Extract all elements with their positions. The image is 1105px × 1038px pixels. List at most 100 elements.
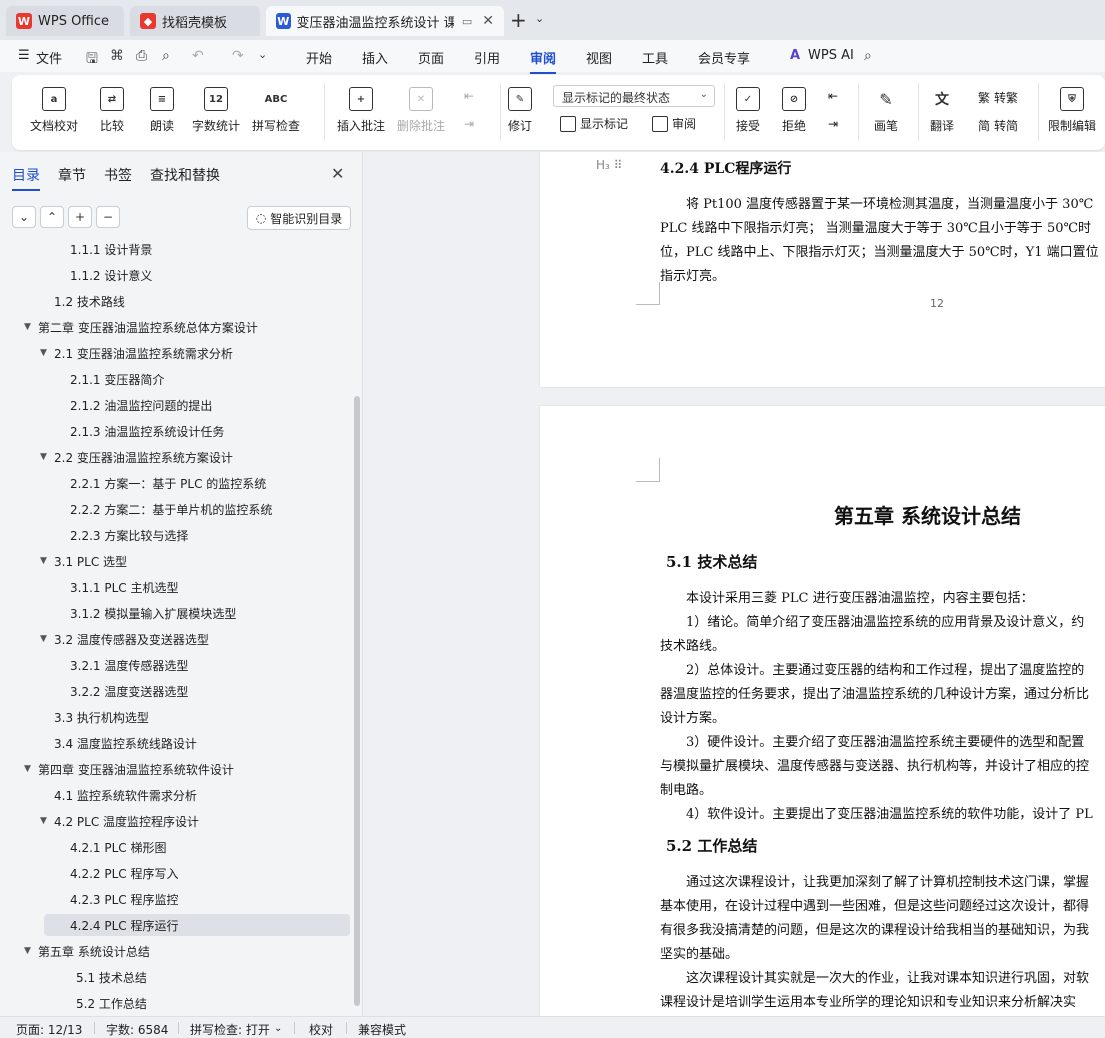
- document-page[interactable]: 第五章 系统设计总结 5.1 技术总结 本设计采用三菱 PLC 进行变压器油温监…: [540, 406, 1105, 1016]
- save-icon[interactable]: 🖫: [86, 48, 98, 72]
- translate-button[interactable]: 文 翻译: [930, 87, 954, 134]
- close-tab-icon[interactable]: ✕: [482, 13, 494, 29]
- toc-item[interactable]: 2.1.3 油温监控系统设计任务: [0, 420, 350, 442]
- nav-tab-chapters[interactable]: 章节: [58, 165, 86, 185]
- toc-item[interactable]: 4.2.3 PLC 程序监控: [0, 888, 350, 910]
- next-change-icon[interactable]: ⇥: [828, 117, 838, 131]
- toc-item[interactable]: 3.2.1 温度传感器选型: [0, 654, 350, 676]
- chevron-down-icon[interactable]: ⌄: [274, 1023, 282, 1034]
- toc-item[interactable]: 5.2 工作总结: [0, 992, 350, 1014]
- read-aloud-button[interactable]: ≡ 朗读: [150, 87, 174, 134]
- insert-comment-button[interactable]: + 插入批注: [337, 87, 385, 134]
- page-indicator[interactable]: 页面: 12/13: [16, 1021, 82, 1038]
- menu-file[interactable]: 文件: [36, 48, 62, 67]
- tab-docer-templates[interactable]: ◆ 找稻壳模板: [130, 6, 260, 36]
- heading-marker-icon[interactable]: H₃ ⠿: [596, 158, 622, 172]
- toc-item[interactable]: 4.2.4 PLC 程序运行: [44, 914, 350, 936]
- menu-insert[interactable]: 插入: [362, 48, 388, 67]
- toc-item[interactable]: 3.1.2 模拟量输入扩展模块选型: [0, 602, 350, 624]
- expand-arrow-icon[interactable]: ▼: [40, 816, 47, 826]
- nav-tab-bookmarks[interactable]: 书签: [104, 165, 132, 185]
- proofread-button[interactable]: a 文档校对: [30, 87, 78, 134]
- toc-item[interactable]: 1.1.1 设计背景: [0, 240, 350, 260]
- redo-icon[interactable]: ↷: [232, 48, 244, 64]
- tab-document[interactable]: W 变压器油温监控系统设计 课程 ▭ ✕: [266, 6, 504, 36]
- toc-item[interactable]: 1.1.2 设计意义: [0, 264, 350, 286]
- expand-arrow-icon[interactable]: ▼: [40, 556, 47, 566]
- smart-toc-button[interactable]: ◌ 智能识别目录: [247, 206, 351, 230]
- chevron-down-icon[interactable]: ⌄: [535, 12, 544, 25]
- print-preview-icon[interactable]: ⌕: [162, 48, 170, 64]
- prev-comment-icon[interactable]: ⇤: [464, 89, 474, 103]
- menu-review[interactable]: 审阅: [530, 48, 557, 74]
- window-icon[interactable]: ▭: [462, 15, 472, 28]
- close-icon[interactable]: ✕: [331, 164, 344, 183]
- compare-button[interactable]: ⇄ 比较: [100, 87, 124, 134]
- toc-item[interactable]: 2.1.1 变压器简介: [0, 368, 350, 390]
- toc-item[interactable]: ▼ 4.2 PLC 温度监控程序设计: [0, 810, 350, 832]
- expand-arrow-icon[interactable]: ▼: [40, 348, 47, 358]
- next-comment-icon[interactable]: ⇥: [464, 117, 474, 131]
- scrollbar-thumb[interactable]: [354, 396, 360, 1006]
- menu-page[interactable]: 页面: [418, 48, 444, 67]
- toc-item[interactable]: 2.2.2 方案二：基于单片机的监控系统: [0, 498, 350, 520]
- new-tab-icon[interactable]: +: [510, 8, 527, 32]
- to-traditional-button[interactable]: 繁 转繁: [978, 89, 1018, 106]
- toc-item[interactable]: ▼ 3.2 温度传感器及变送器选型: [0, 628, 350, 650]
- toc-item[interactable]: ▼ 第二章 变压器油温监控系统总体方案设计: [0, 316, 350, 338]
- expand-button[interactable]: ⌃: [40, 206, 64, 228]
- review-pane-button[interactable]: 审阅: [652, 115, 696, 132]
- accept-button[interactable]: ✓ 接受: [736, 87, 760, 134]
- tab-wps-office[interactable]: W WPS Office: [6, 6, 124, 36]
- toc-item[interactable]: 4.2.1 PLC 梯形图: [0, 836, 350, 858]
- toc-item[interactable]: 2.1.2 油温监控问题的提出: [0, 394, 350, 416]
- collapse-button[interactable]: ⌄: [12, 206, 36, 228]
- menu-references[interactable]: 引用: [474, 48, 500, 67]
- toc-item[interactable]: 3.3 执行机构选型: [0, 706, 350, 728]
- word-count-indicator[interactable]: 字数: 6584: [106, 1021, 168, 1038]
- toc-item[interactable]: 4.1 监控系统软件需求分析: [0, 784, 350, 806]
- hamburger-icon[interactable]: ☰: [18, 48, 30, 63]
- remove-heading-button[interactable]: −: [96, 206, 120, 228]
- toc-item[interactable]: 3.4 温度监控系统线路设计: [0, 732, 350, 754]
- menu-view[interactable]: 视图: [586, 48, 612, 67]
- toc-scrollbar[interactable]: [354, 236, 360, 1014]
- menu-start[interactable]: 开始: [306, 48, 332, 67]
- expand-arrow-icon[interactable]: ▼: [40, 452, 47, 462]
- show-markup-button[interactable]: 显示标记: [560, 115, 628, 132]
- toc-item[interactable]: ▼ 第四章 变压器油温监控系统软件设计: [0, 758, 350, 780]
- restrict-edit-button[interactable]: ⛨ 限制编辑: [1048, 87, 1096, 134]
- word-count-button[interactable]: 12 字数统计: [192, 87, 240, 134]
- expand-arrow-icon[interactable]: ▼: [24, 764, 31, 774]
- search-icon[interactable]: ⌕: [864, 48, 872, 64]
- nav-tab-find-replace[interactable]: 查找和替换: [150, 165, 220, 185]
- toc-item[interactable]: ▼ 2.1 变压器油温监控系统需求分析: [0, 342, 350, 364]
- menu-member[interactable]: 会员专享: [698, 48, 750, 67]
- expand-arrow-icon[interactable]: ▼: [24, 946, 31, 956]
- add-heading-button[interactable]: +: [68, 206, 92, 228]
- markup-mode-select[interactable]: 显示标记的最终状态 ⌄: [553, 85, 715, 107]
- toc-item[interactable]: 4.2.2 PLC 程序写入: [0, 862, 350, 884]
- to-simplified-button[interactable]: 简 转简: [978, 117, 1018, 134]
- delete-comment-button[interactable]: ✕ 删除批注: [397, 87, 445, 134]
- spell-check-button[interactable]: ABC 拼写检查: [252, 87, 300, 134]
- menu-wps-ai[interactable]: WPS AI: [808, 48, 854, 63]
- toc-item[interactable]: ▼ 3.1 PLC 选型: [0, 550, 350, 572]
- toc-item[interactable]: 1.2 技术路线: [0, 290, 350, 312]
- expand-arrow-icon[interactable]: ▼: [40, 634, 47, 644]
- toc-item[interactable]: ▼ 第五章 系统设计总结: [0, 940, 350, 962]
- nav-tab-toc[interactable]: 目录: [12, 165, 40, 191]
- undo-icon[interactable]: ↶: [192, 48, 204, 64]
- toc-item[interactable]: ▼ 2.2 变压器油温监控系统方案设计: [0, 446, 350, 468]
- revise-button[interactable]: ✎ 修订: [508, 87, 532, 134]
- chevron-down-icon[interactable]: ⌄: [258, 48, 267, 61]
- prev-change-icon[interactable]: ⇤: [828, 89, 838, 103]
- share-icon[interactable]: ⌘: [110, 48, 124, 64]
- menu-tools[interactable]: 工具: [642, 48, 668, 67]
- toc-item[interactable]: 3.2.2 温度变送器选型: [0, 680, 350, 702]
- toc-item[interactable]: 5.1 技术总结: [0, 966, 350, 988]
- toc-item[interactable]: 3.1.1 PLC 主机选型: [0, 576, 350, 598]
- expand-arrow-icon[interactable]: ▼: [24, 322, 31, 332]
- toc-item[interactable]: 2.2.3 方案比较与选择: [0, 524, 350, 546]
- print-icon[interactable]: ⎙: [136, 48, 147, 64]
